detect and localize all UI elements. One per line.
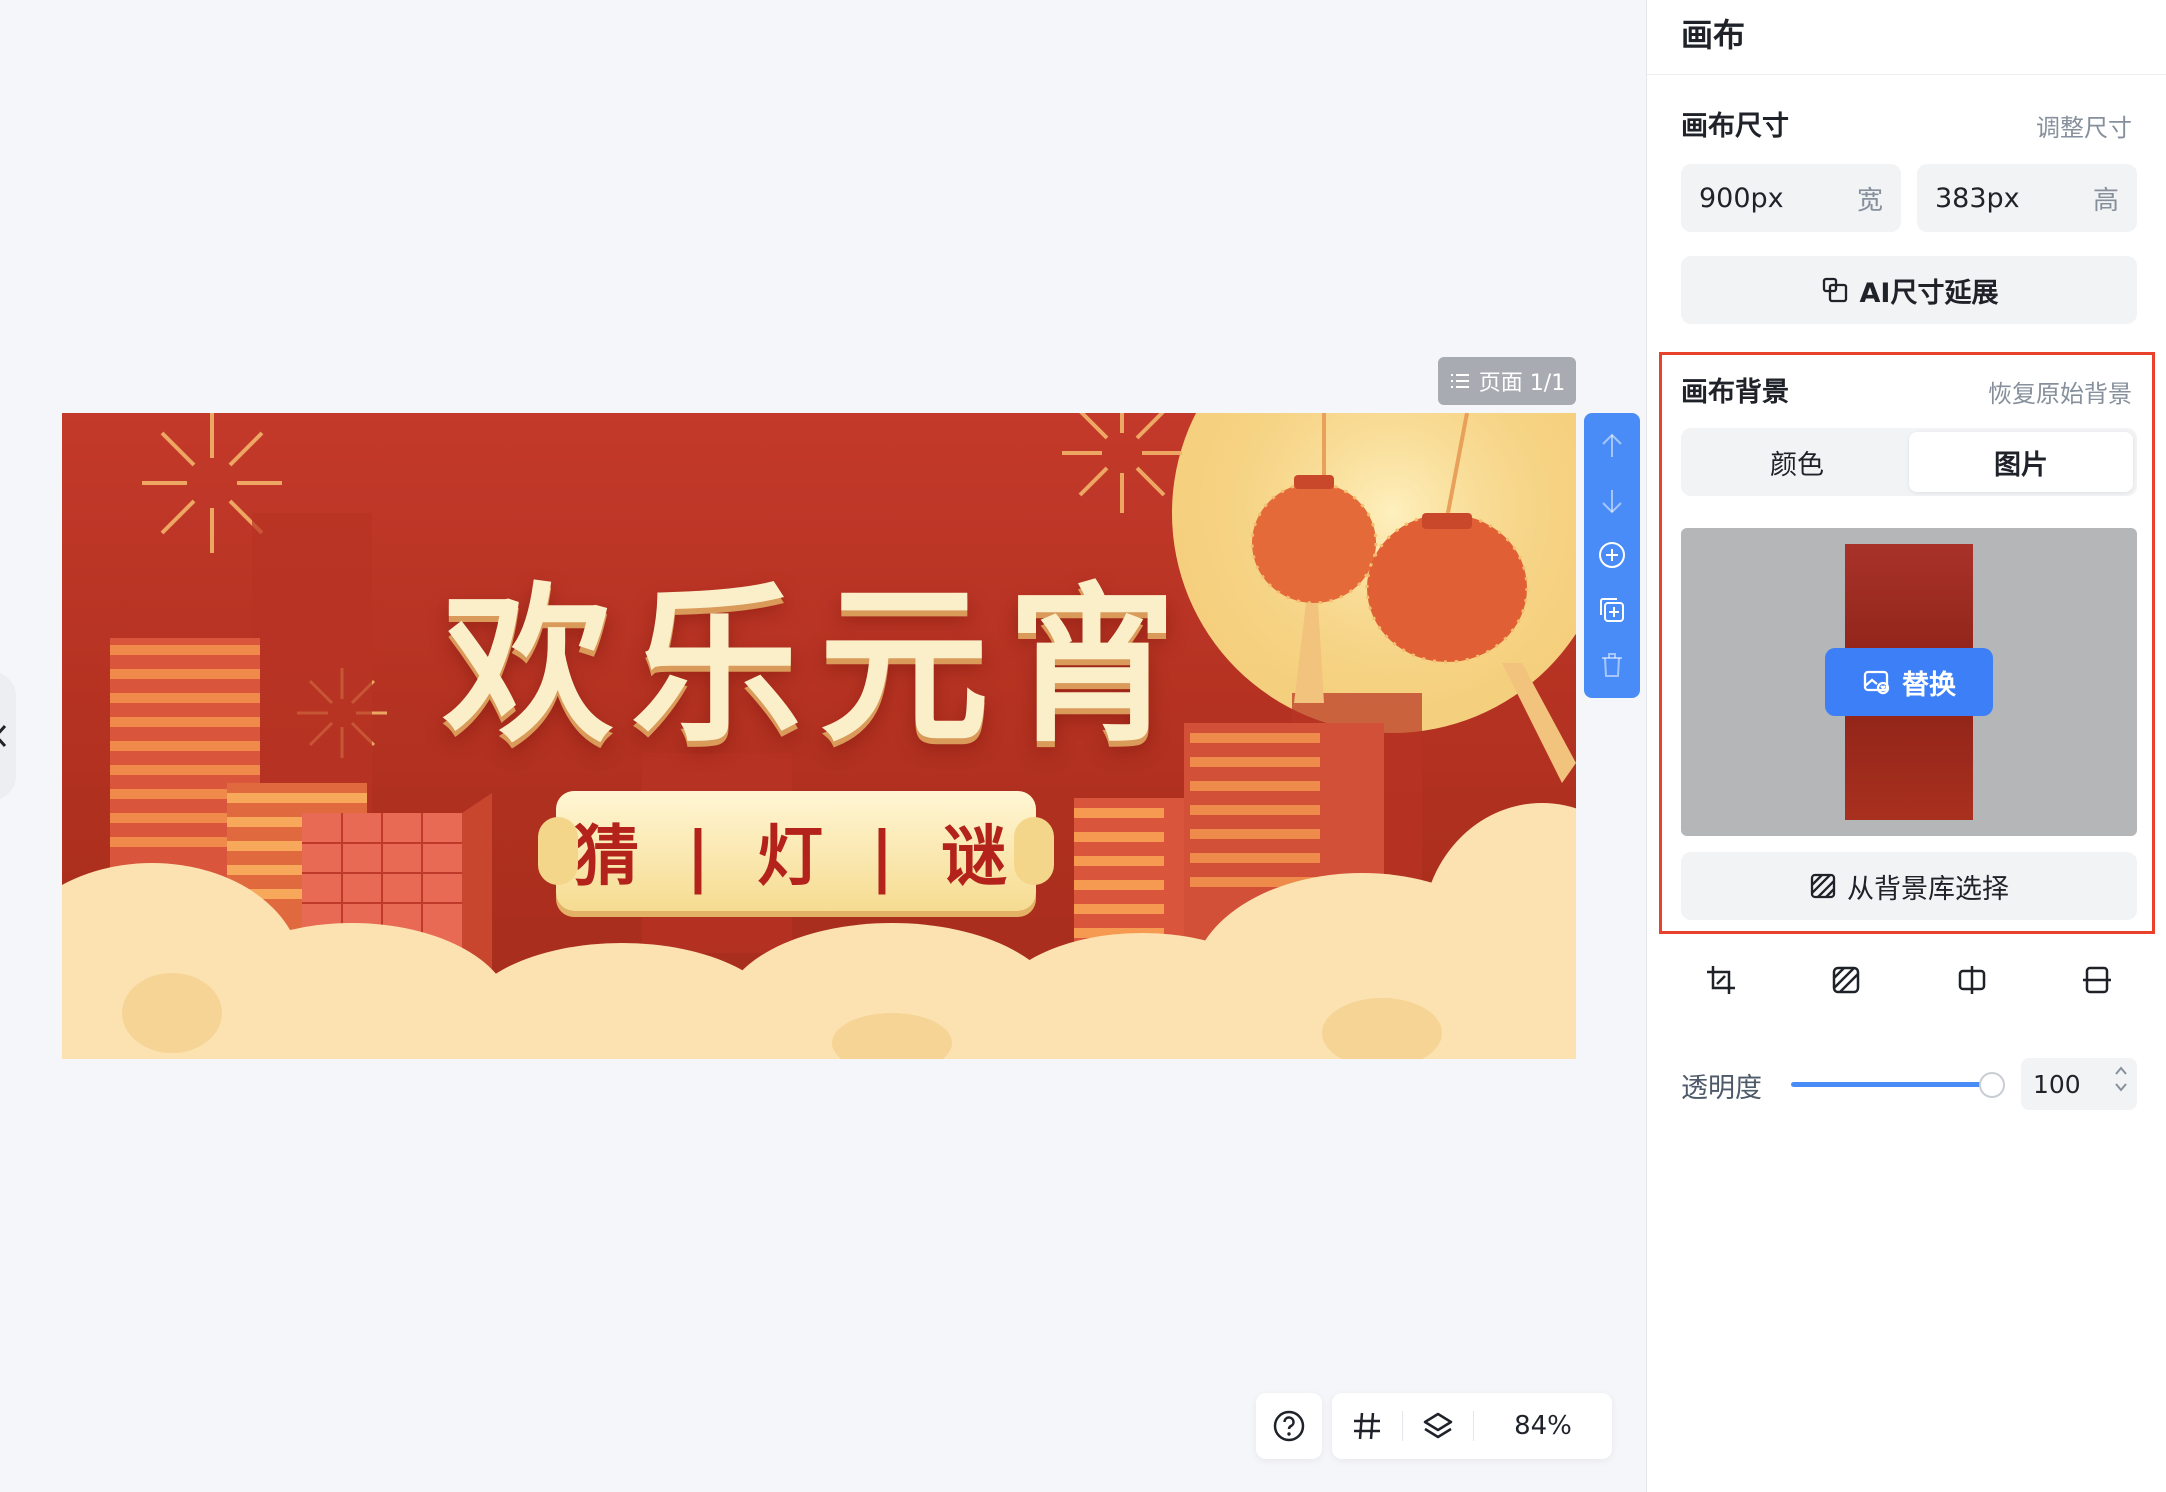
adjust-size-link[interactable]: 调整尺寸 xyxy=(2036,108,2132,143)
move-page-down-button[interactable] xyxy=(1592,481,1632,521)
delete-page-icon xyxy=(1602,652,1622,677)
list-icon xyxy=(1450,374,1469,388)
banner-title[interactable]: 欢乐元宵 xyxy=(62,528,1576,774)
image-tools xyxy=(1681,950,2137,1010)
canvas-area: 页面 1/1 欢乐元宵 猜 | 灯 | 谜 84% xyxy=(0,0,1646,1492)
flip-horizontal-icon xyxy=(1958,966,1985,994)
background-library-label: 从背景库选择 xyxy=(1847,873,2009,905)
height-field[interactable]: 383px 高 xyxy=(1917,164,2137,232)
grid-icon xyxy=(1354,1412,1380,1440)
ai-extend-icon xyxy=(1822,277,1847,303)
background-preview: 替换 xyxy=(1681,528,2137,836)
flip-horizontal-button[interactable] xyxy=(1942,950,2002,1010)
page-toolbar xyxy=(1584,413,1640,698)
tab-image[interactable]: 图片 xyxy=(1909,432,2133,492)
pattern-icon xyxy=(1810,873,1836,899)
opacity-slider[interactable] xyxy=(1791,1072,2005,1098)
crop-button[interactable] xyxy=(1691,950,1751,1010)
layers-icon xyxy=(1423,1412,1453,1439)
replace-background-button[interactable]: 替换 xyxy=(1825,648,1993,716)
page-indicator-label: 页面 1/1 xyxy=(1478,371,1566,396)
width-unit: 宽 xyxy=(1856,185,1883,216)
page-indicator[interactable]: 页面 1/1 xyxy=(1438,357,1576,405)
opacity-input[interactable]: 100 xyxy=(2021,1058,2137,1110)
background-library-button[interactable]: 从背景库选择 xyxy=(1681,852,2137,920)
add-page-icon xyxy=(1599,542,1625,569)
chevron-left-icon xyxy=(0,724,7,748)
height-unit: 高 xyxy=(2092,185,2119,216)
width-field[interactable]: 900px 宽 xyxy=(1681,164,1901,232)
help-icon xyxy=(1273,1410,1305,1442)
restore-background-link[interactable]: 恢复原始背景 xyxy=(1988,374,2132,409)
delete-page-button[interactable] xyxy=(1592,645,1632,685)
background-type-tabs: 颜色 图片 xyxy=(1681,428,2137,496)
flip-vertical-icon xyxy=(2082,966,2111,994)
panel-divider xyxy=(1647,74,2166,75)
move-page-up-button[interactable] xyxy=(1592,426,1632,466)
opacity-slider-thumb[interactable] xyxy=(1979,1072,2005,1098)
bottom-toolbar: 84% xyxy=(1332,1393,1612,1459)
opacity-slider-track[interactable] xyxy=(1791,1082,2001,1087)
banner-subtitle[interactable]: 猜 | 灯 | 谜 xyxy=(538,791,1054,911)
grid-toggle-button[interactable] xyxy=(1332,1393,1402,1459)
ai-extend-button[interactable]: AI尺寸延展 xyxy=(1681,256,2137,324)
pattern-icon xyxy=(1833,966,1860,994)
replace-image-icon xyxy=(1863,670,1890,695)
panel-title: 画布 xyxy=(1681,16,1746,54)
height-value[interactable]: 383px xyxy=(1935,183,2020,214)
tab-color[interactable]: 颜色 xyxy=(1685,432,1909,492)
arrow-up-icon xyxy=(1602,433,1622,458)
opacity-stepper[interactable] xyxy=(2113,1064,2129,1094)
zoom-level[interactable]: 84% xyxy=(1474,1411,1612,1441)
width-value[interactable]: 900px xyxy=(1699,183,1784,214)
arrow-down-icon xyxy=(1602,489,1622,514)
opacity-label: 透明度 xyxy=(1681,1073,1762,1104)
pattern-button[interactable] xyxy=(1816,950,1876,1010)
crop-icon xyxy=(1707,966,1735,994)
replace-label: 替换 xyxy=(1902,669,1956,701)
ai-extend-label: AI尺寸延展 xyxy=(1859,277,1999,309)
add-page-button[interactable] xyxy=(1592,535,1632,575)
chevron-up-icon[interactable] xyxy=(2113,1064,2129,1078)
chevron-down-icon[interactable] xyxy=(2113,1080,2129,1094)
collapse-left-panel-button[interactable] xyxy=(0,672,16,800)
duplicate-page-button[interactable] xyxy=(1592,590,1632,630)
properties-panel: 画布 画布尺寸 调整尺寸 900px 宽 383px 高 AI尺寸延展 画布背景… xyxy=(1646,0,2166,1492)
opacity-value[interactable]: 100 xyxy=(2033,1070,2081,1099)
flip-vertical-button[interactable] xyxy=(2067,950,2127,1010)
layers-button[interactable] xyxy=(1403,1393,1473,1459)
canvas-banner[interactable]: 欢乐元宵 猜 | 灯 | 谜 xyxy=(62,413,1576,1059)
duplicate-page-icon xyxy=(1600,598,1624,623)
help-button[interactable] xyxy=(1256,1393,1322,1459)
canvas-size-title: 画布尺寸 xyxy=(1681,111,1789,142)
canvas-background-title: 画布背景 xyxy=(1681,377,1789,408)
